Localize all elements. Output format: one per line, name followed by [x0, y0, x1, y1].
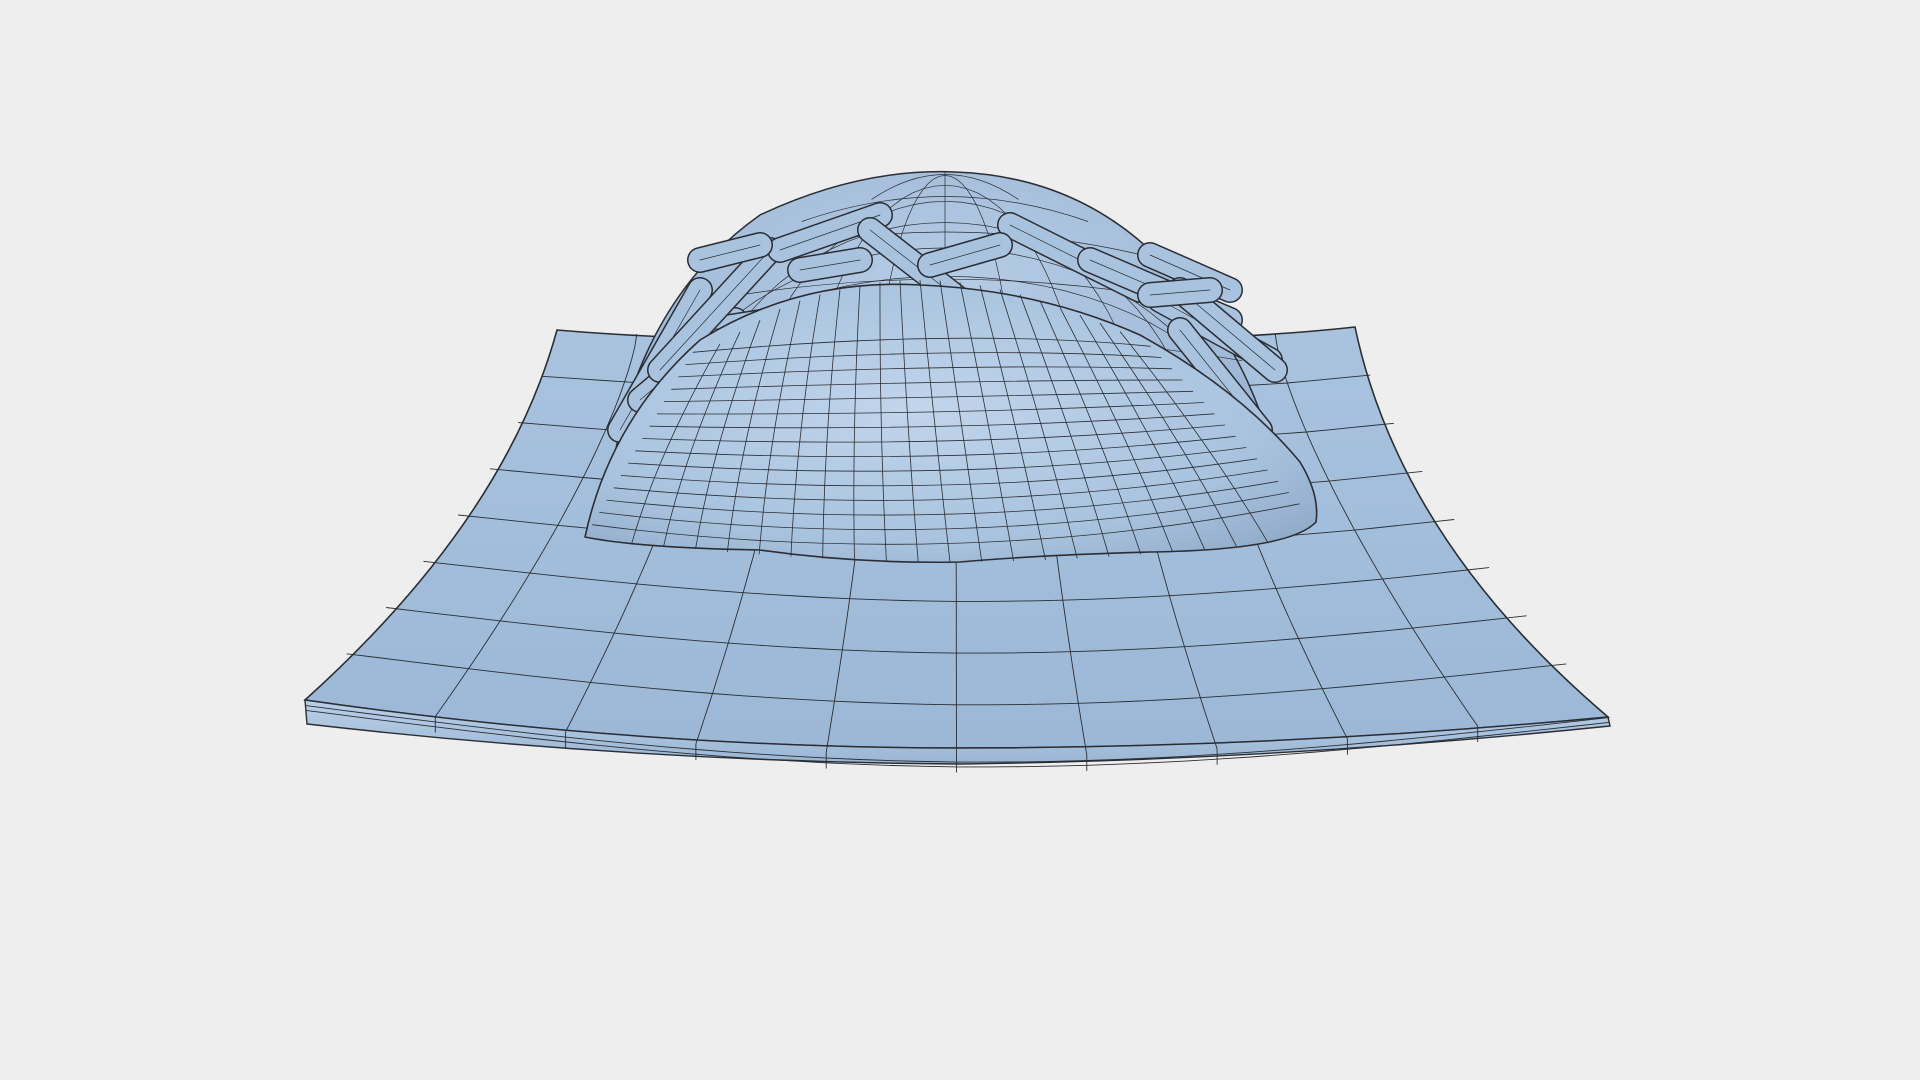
mesh-render[interactable] [0, 0, 1920, 1080]
3d-viewport[interactable] [0, 0, 1920, 1080]
